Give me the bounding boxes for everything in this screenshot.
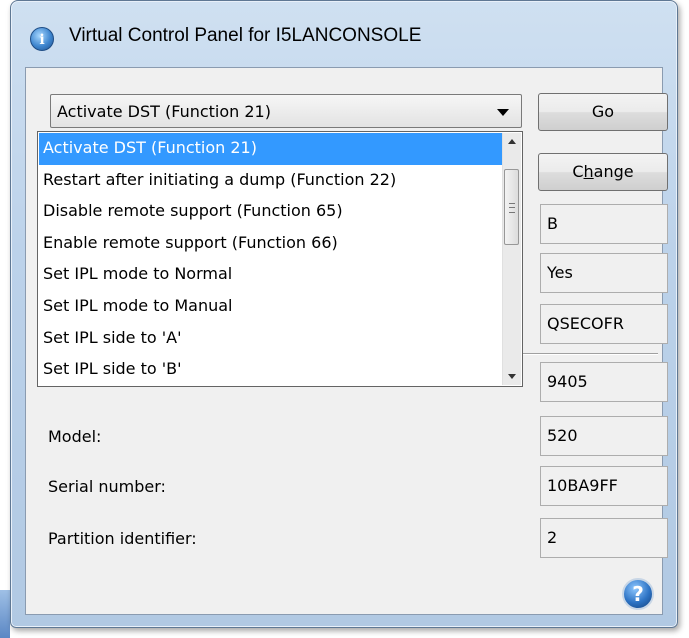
title-bar[interactable]: i Virtual Control Panel for I5LANCONSOLE — [11, 1, 677, 65]
dropdown-option[interactable]: Set IPL side to 'B' — [39, 354, 504, 386]
scroll-down-icon[interactable] — [503, 367, 521, 385]
dropdown-option[interactable]: Restart after initiating a dump (Functio… — [39, 165, 504, 197]
dropdown-option[interactable]: Enable remote support (Function 66) — [39, 228, 504, 260]
scroll-thumb[interactable] — [504, 169, 519, 245]
info-icon: i — [30, 27, 54, 51]
dropdown-option[interactable]: Set IPL mode to Normal — [39, 259, 504, 291]
ipl-flag-field: Yes — [540, 253, 668, 293]
change-button-label: Change — [572, 162, 634, 181]
dropdown-option[interactable]: Disable remote support (Function 65) — [39, 196, 504, 228]
change-button[interactable]: Change — [538, 153, 668, 191]
partition-identifier-field: 2 — [540, 518, 668, 558]
window-title: Virtual Control Panel for I5LANCONSOLE — [69, 25, 422, 46]
help-icon[interactable]: ? — [622, 578, 654, 610]
serial-number-label: Serial number: — [48, 477, 166, 496]
dropdown-scrollbar[interactable] — [502, 133, 521, 385]
model-label: Model: — [48, 427, 102, 446]
go-button[interactable]: Go — [538, 93, 668, 131]
partition-identifier-label: Partition identifier: — [48, 529, 197, 548]
dropdown-option[interactable]: Activate DST (Function 21) — [39, 133, 504, 165]
desktop-taskbar-edge — [0, 590, 10, 638]
function-select[interactable]: Activate DST (Function 21) — [50, 94, 522, 128]
dropdown-option[interactable]: Set IPL side to 'A' — [39, 323, 504, 355]
dropdown-option[interactable]: Set IPL mode to Manual — [39, 291, 504, 323]
chevron-down-icon[interactable] — [497, 109, 509, 116]
ipl-side-field: B — [540, 204, 668, 244]
dropdown-options: Activate DST (Function 21) Restart after … — [39, 133, 504, 386]
function-select-value: Activate DST (Function 21) — [57, 102, 271, 121]
user-field: QSECOFR — [540, 304, 668, 344]
function-dropdown-list[interactable]: Activate DST (Function 21) Restart after … — [37, 131, 523, 387]
type-field: 9405 — [540, 362, 668, 402]
grip-icon — [509, 203, 515, 213]
model-field: 520 — [540, 416, 668, 456]
serial-number-field: 10BA9FF — [540, 466, 668, 506]
scroll-up-icon[interactable] — [503, 133, 521, 151]
